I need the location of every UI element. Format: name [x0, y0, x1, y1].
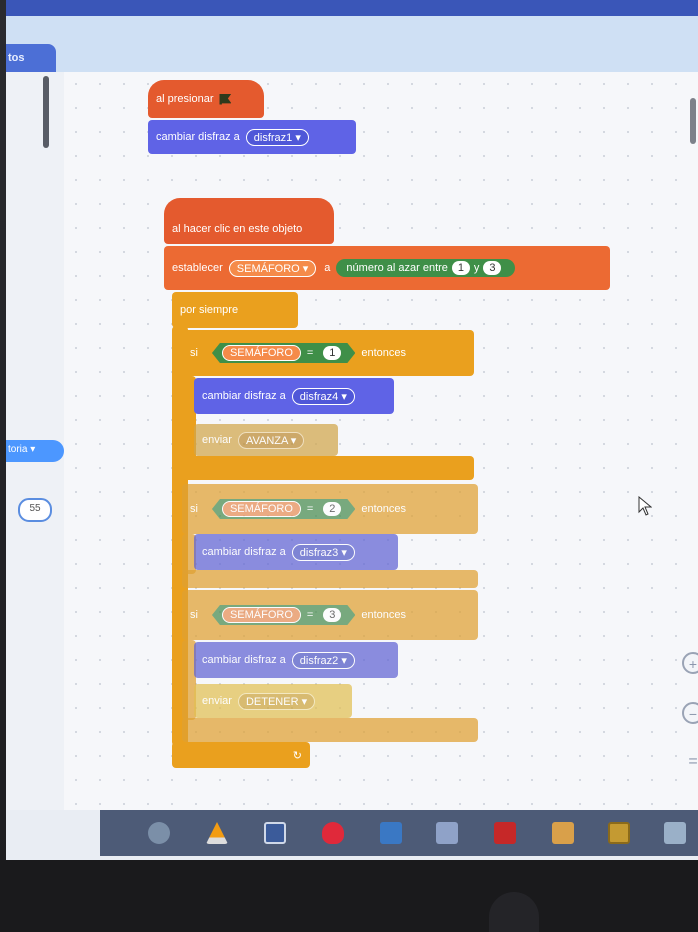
if-footer-3: [182, 718, 478, 742]
calculator-icon[interactable]: [380, 822, 402, 844]
green-flag-icon: [219, 93, 232, 105]
switch-costume-block[interactable]: cambiar disfraz a disfraz2 ▾: [194, 642, 398, 678]
equals-reporter-1[interactable]: SEMÁFORO = 1: [212, 343, 355, 363]
when-sprite-clicked-block[interactable]: al hacer clic en este objeto: [164, 198, 334, 244]
equals-reporter-2[interactable]: SEMÁFORO = 2: [212, 499, 355, 519]
menu-bar: [6, 0, 698, 16]
code-area-scrollbar[interactable]: [690, 98, 696, 144]
message-dropdown[interactable]: AVANZA ▾: [237, 431, 305, 449]
paint-icon[interactable]: [148, 822, 170, 844]
switch-costume-block[interactable]: cambiar disfraz a disfraz1 ▾: [148, 120, 356, 154]
random-number-reporter[interactable]: número al azar entre 1 y 3: [336, 259, 516, 277]
switch-costume-block[interactable]: cambiar disfraz a disfraz3 ▾: [194, 534, 398, 570]
equals-reporter-3[interactable]: SEMÁFORO = 3: [212, 605, 355, 625]
if-footer-1: [182, 456, 474, 480]
heart-icon[interactable]: [322, 822, 344, 844]
if-block-1[interactable]: si SEMÁFORO = 1 entonces: [182, 330, 474, 376]
mouse-pointer-icon: [638, 496, 652, 516]
if-block-2[interactable]: si SEMÁFORO = 2 entonces: [182, 484, 478, 534]
palette-dropdown[interactable]: toria ▾: [6, 440, 64, 462]
if-block-3[interactable]: si SEMÁFORO = 3 entonces: [182, 590, 478, 640]
random-max-input[interactable]: 3: [483, 261, 502, 275]
palette-scrollbar[interactable]: [43, 76, 49, 148]
network-icon[interactable]: [664, 822, 686, 844]
book-icon[interactable]: [608, 822, 630, 844]
pdf-icon[interactable]: [494, 822, 516, 844]
tab-partial[interactable]: tos: [6, 44, 56, 72]
palette-number-input[interactable]: 55: [18, 498, 52, 522]
zoom-in-icon[interactable]: +: [682, 652, 698, 674]
message-dropdown[interactable]: DETENER ▾: [237, 692, 316, 710]
set-variable-block[interactable]: establecer SEMÁFORO ▾ a número al azar e…: [164, 246, 610, 290]
tab-row: tos: [6, 16, 698, 73]
scratch-editor-screen: tos toria ▾ 55 + − = al presionar cambia…: [6, 0, 698, 860]
zoom-out-icon[interactable]: −: [682, 702, 698, 724]
screen-icon[interactable]: [436, 822, 458, 844]
costume-dropdown[interactable]: disfraz3 ▾: [291, 543, 355, 561]
random-min-input[interactable]: 1: [451, 261, 470, 275]
costume-dropdown[interactable]: disfraz4 ▾: [291, 387, 355, 405]
loop-arrow-icon: ↻: [292, 749, 302, 762]
code-area[interactable]: [64, 72, 698, 810]
forever-footer: ↻: [172, 742, 310, 768]
costume-dropdown[interactable]: disfraz2 ▾: [291, 651, 355, 669]
map-icon[interactable]: [552, 822, 574, 844]
if-footer-2: [182, 570, 478, 588]
broadcast-block[interactable]: enviar AVANZA ▾: [194, 424, 338, 456]
broadcast-block[interactable]: enviar DETENER ▾: [194, 684, 352, 718]
photo-frame-icon[interactable]: [264, 822, 286, 844]
zoom-reset-icon[interactable]: =: [682, 752, 698, 774]
laptop-bezel: [0, 860, 698, 932]
variable-dropdown[interactable]: SEMÁFORO ▾: [228, 259, 317, 277]
forever-block[interactable]: por siempre: [172, 292, 298, 328]
switch-costume-block[interactable]: cambiar disfraz a disfraz4 ▾: [194, 378, 394, 414]
when-flag-clicked-block[interactable]: al presionar: [148, 80, 264, 118]
costume-dropdown[interactable]: disfraz1 ▾: [245, 128, 309, 146]
